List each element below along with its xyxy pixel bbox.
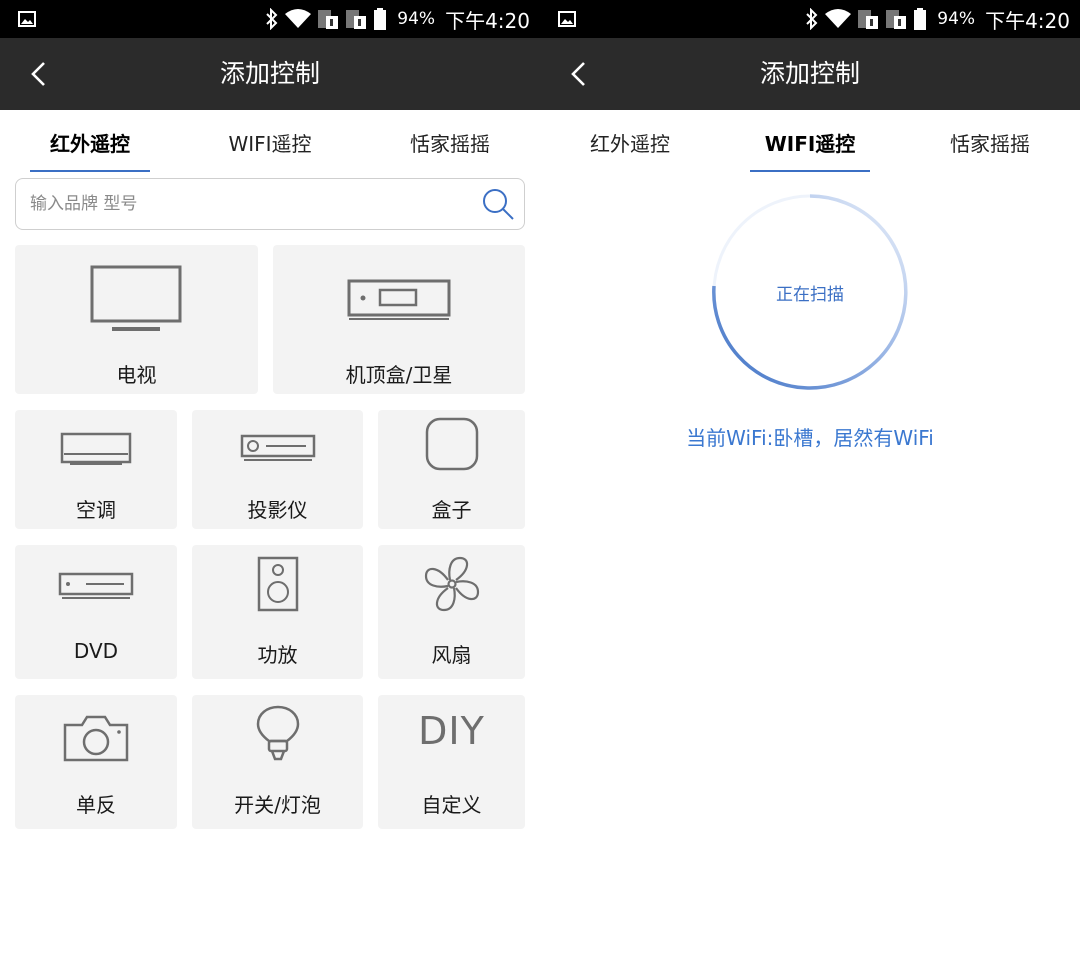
- device-label: 盒子: [431, 498, 472, 522]
- air-conditioner-icon: [60, 432, 132, 465]
- status-bar: 94% 下午4:20: [540, 0, 1080, 38]
- device-label: 功放: [257, 643, 298, 667]
- device-label: 机顶盒/卫星: [345, 363, 453, 387]
- wifi-signal-icon: [825, 9, 852, 28]
- search-box: [15, 178, 525, 230]
- device-tile-dslr[interactable]: 单反: [15, 695, 177, 829]
- tab-infrared[interactable]: 红外遥控: [30, 128, 150, 172]
- gallery-notification-icon: [18, 11, 36, 27]
- device-label: 单反: [76, 793, 116, 817]
- device-label: 开关/灯泡: [234, 793, 321, 817]
- bulb-icon: [256, 705, 299, 761]
- search-icon[interactable]: [480, 186, 516, 222]
- tab-underline: [750, 170, 870, 172]
- tab-shake[interactable]: 恬家摇摇: [930, 128, 1050, 172]
- device-tile-dvd[interactable]: DVD: [15, 545, 177, 679]
- device-label: 空调: [76, 498, 116, 522]
- device-tile-settop-box[interactable]: 机顶盒/卫星: [273, 245, 525, 394]
- wifi-signal-icon: [285, 9, 312, 28]
- bluetooth-icon: [806, 8, 818, 30]
- page-title: 添加控制: [759, 59, 860, 88]
- projector-icon: [240, 434, 315, 461]
- speaker-icon: [257, 556, 298, 612]
- device-tile-switch-bulb[interactable]: 开关/灯泡: [192, 695, 363, 829]
- dvd-icon: [58, 572, 134, 599]
- device-label: 风扇: [431, 643, 472, 667]
- tab-underline: [30, 170, 150, 172]
- box-icon: [425, 417, 478, 471]
- sim-card-2-icon: [886, 10, 907, 29]
- right-screen: 94% 下午4:20 添加控制 红外遥控 WIFI遥控 恬家摇摇 正在扫描 当前…: [540, 0, 1080, 960]
- sim-card-2-icon: [346, 10, 367, 29]
- device-label: 电视: [116, 363, 157, 387]
- sim-card-1-icon: [318, 10, 339, 29]
- device-tile-tv[interactable]: 电视: [15, 245, 258, 394]
- battery-percent: 94%: [937, 9, 976, 29]
- tab-shake[interactable]: 恬家摇摇: [390, 128, 510, 172]
- bluetooth-icon: [266, 8, 278, 30]
- scanning-label: 正在扫描: [776, 285, 844, 305]
- gallery-notification-icon: [558, 11, 576, 27]
- device-tile-box[interactable]: 盒子: [378, 410, 525, 529]
- status-bar: 94% 下午4:20: [0, 0, 540, 38]
- device-label: 投影仪: [247, 498, 308, 522]
- clock: 下午4:20: [985, 8, 1070, 33]
- diy-icon: DIY: [418, 709, 485, 753]
- back-arrow-icon[interactable]: [562, 56, 598, 92]
- clock: 下午4:20: [445, 8, 530, 33]
- page-title: 添加控制: [219, 59, 320, 88]
- search-input[interactable]: [30, 189, 470, 219]
- camera-icon: [63, 715, 129, 762]
- device-tile-custom[interactable]: DIY 自定义: [378, 695, 525, 829]
- tab-bar: 红外遥控 WIFI遥控 恬家摇摇: [0, 110, 540, 174]
- tv-icon: [90, 265, 181, 331]
- device-tile-air-conditioner[interactable]: 空调: [15, 410, 177, 529]
- back-arrow-icon[interactable]: [22, 56, 58, 92]
- sim-card-1-icon: [858, 10, 879, 29]
- device-tile-projector[interactable]: 投影仪: [192, 410, 363, 529]
- device-label: DVD: [73, 639, 119, 663]
- tab-infrared[interactable]: 红外遥控: [570, 128, 690, 172]
- app-bar: 添加控制: [0, 38, 540, 110]
- device-tile-amplifier[interactable]: 功放: [192, 545, 363, 679]
- tab-wifi[interactable]: WIFI遥控: [750, 128, 870, 172]
- app-bar: 添加控制: [540, 38, 1080, 110]
- fan-icon: [424, 556, 479, 612]
- tab-bar: 红外遥控 WIFI遥控 恬家摇摇: [540, 110, 1080, 174]
- device-label: 自定义: [421, 793, 482, 817]
- left-screen: 94% 下午4:20 添加控制 红外遥控 WIFI遥控 恬家摇摇 电视: [0, 0, 540, 960]
- battery-icon: [914, 8, 927, 30]
- settop-box-icon: [347, 279, 451, 320]
- tab-wifi[interactable]: WIFI遥控: [210, 128, 330, 172]
- battery-percent: 94%: [397, 9, 436, 29]
- device-tile-fan[interactable]: 风扇: [378, 545, 525, 679]
- battery-icon: [374, 8, 387, 30]
- current-wifi-label: 当前WiFi:卧槽，居然有WiFi: [686, 426, 934, 450]
